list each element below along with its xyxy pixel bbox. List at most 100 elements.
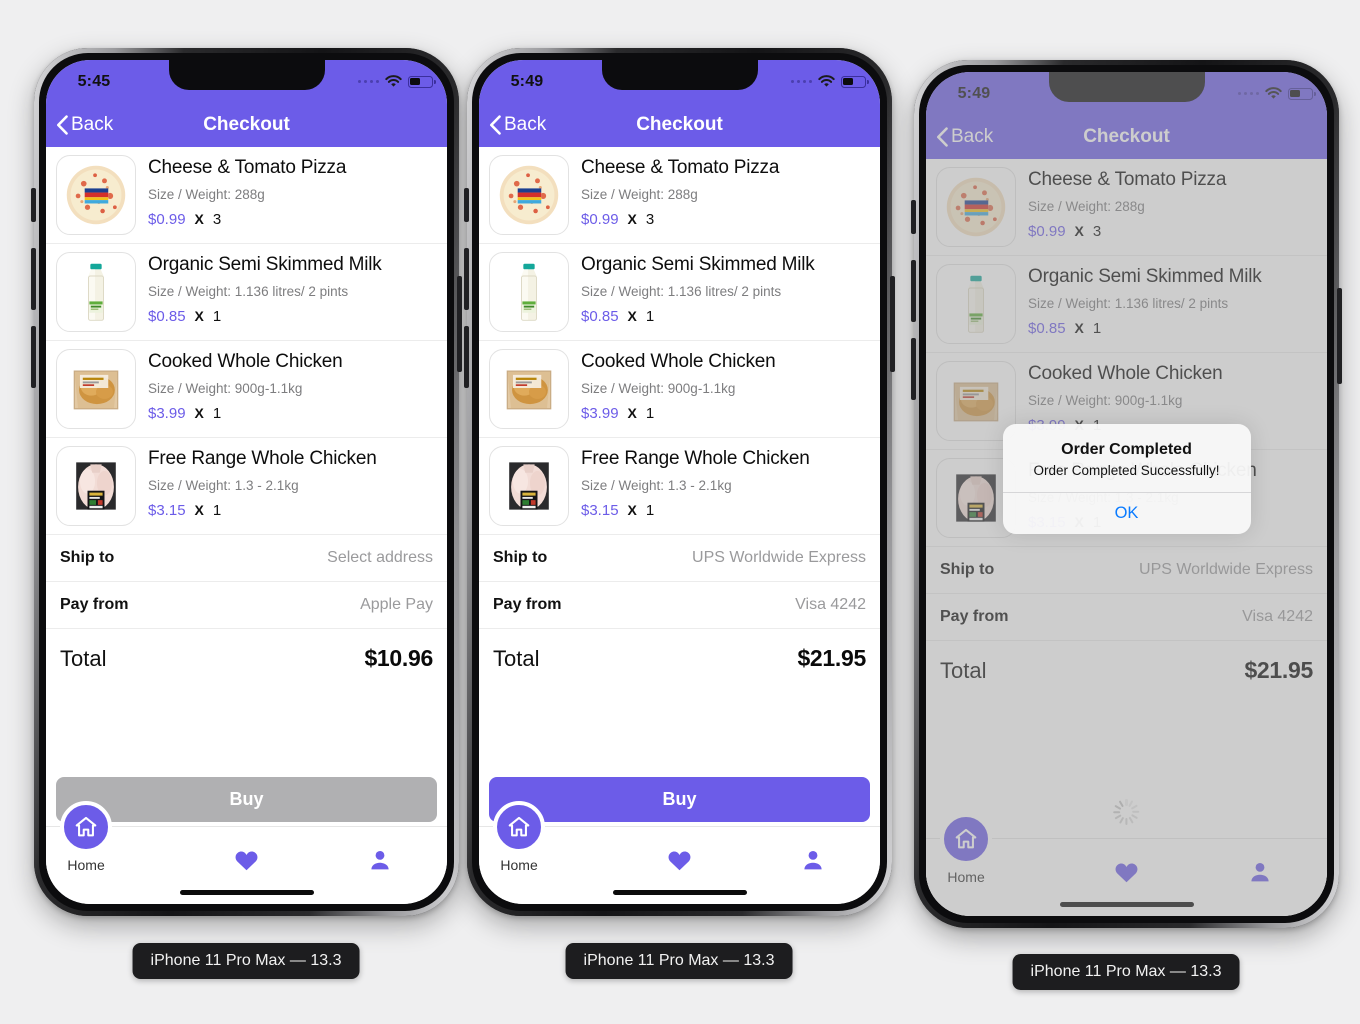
tab-home[interactable]: [940, 813, 993, 865]
cart-item-row[interactable]: Cheese & Tomato Pizza Size / Weight: 288…: [46, 147, 447, 244]
tab-favorites[interactable]: [180, 827, 314, 872]
ship-to-row[interactable]: Ship to UPS Worldwide Express: [479, 535, 880, 582]
buy-button[interactable]: Buy: [489, 777, 870, 822]
home-icon: [953, 826, 979, 852]
cart-item-row[interactable]: Organic Semi Skimmed Milk Size / Weight:…: [479, 244, 880, 341]
volume-down-button[interactable]: [31, 326, 36, 388]
home-indicator[interactable]: [179, 890, 314, 895]
tab-profile[interactable]: [746, 827, 880, 872]
cart-item-details: Cooked Whole Chicken Size / Weight: 900g…: [148, 349, 435, 422]
back-button[interactable]: Back: [479, 114, 546, 136]
tab-home[interactable]: [493, 801, 546, 853]
product-price-row: $0.85 X 1: [1028, 320, 1315, 337]
product-size: Size / Weight: 288g: [1028, 198, 1145, 214]
volume-down-button[interactable]: [911, 338, 916, 400]
product-name: Cooked Whole Chicken: [581, 351, 776, 372]
multiply-symbol: X: [1074, 222, 1084, 239]
chevron-left-icon: [56, 115, 68, 135]
product-price-row: $0.99 X 3: [1028, 223, 1315, 240]
ship-to-row[interactable]: Ship to UPS Worldwide Express: [926, 547, 1327, 594]
total-label: Total: [60, 645, 107, 671]
product-name: Organic Semi Skimmed Milk: [1028, 266, 1262, 287]
cart-item-row[interactable]: Cheese & Tomato Pizza Size / Weight: 288…: [479, 147, 880, 244]
cart-item-row[interactable]: Organic Semi Skimmed Milk Size / Weight:…: [926, 256, 1327, 353]
cart-item-details: Cooked Whole Chicken Size / Weight: 900g…: [1028, 361, 1315, 434]
total-label: Total: [940, 657, 987, 683]
cellular-dots-icon: [1237, 91, 1259, 96]
tab-home[interactable]: [60, 801, 113, 853]
home-indicator[interactable]: [612, 890, 747, 895]
cooked-chicken-thumbnail: [489, 349, 569, 429]
cart-item-row[interactable]: Organic Semi Skimmed Milk Size / Weight:…: [46, 244, 447, 341]
status-bar: 5:49: [479, 60, 880, 103]
cart-item-details: Organic Semi Skimmed Milk Size / Weight:…: [581, 252, 868, 325]
cooked-chicken-thumbnail: [56, 349, 136, 429]
product-price: $0.99: [1028, 222, 1066, 240]
product-size: Size / Weight: 900g-1.1kg: [1028, 392, 1183, 408]
back-button[interactable]: Back: [46, 114, 113, 136]
product-name: Cooked Whole Chicken: [148, 351, 343, 372]
tab-profile[interactable]: [1193, 839, 1327, 884]
silent-switch[interactable]: [31, 188, 36, 222]
ship-to-label: Ship to: [940, 561, 995, 578]
alert-ok-button[interactable]: OK: [1002, 492, 1251, 534]
back-button[interactable]: Back: [926, 126, 993, 148]
navigation-bar: Back Checkout: [926, 115, 1327, 159]
product-price: $0.85: [148, 307, 186, 325]
cart-item-row[interactable]: Free Range Whole Chicken Size / Weight: …: [46, 438, 447, 535]
ship-to-row[interactable]: Ship to Select address: [46, 535, 447, 582]
tab-favorites[interactable]: [1060, 839, 1194, 884]
cart-item-details: Cheese & Tomato Pizza Size / Weight: 288…: [581, 155, 868, 228]
total-label: Total: [493, 645, 540, 671]
product-price-row: $3.99 X 1: [148, 405, 435, 422]
cart-item-row[interactable]: Cooked Whole Chicken Size / Weight: 900g…: [46, 341, 447, 438]
pay-from-row[interactable]: Pay from Visa 4242: [926, 594, 1327, 641]
tab-favorites[interactable]: [613, 827, 747, 872]
tab-profile[interactable]: [313, 827, 447, 872]
loading-area: [936, 789, 1317, 834]
power-button[interactable]: [457, 276, 462, 372]
checkout-content: Cheese & Tomato Pizza Size / Weight: 288…: [479, 147, 880, 826]
power-button[interactable]: [1337, 288, 1342, 384]
product-price: $0.99: [148, 210, 186, 228]
silent-switch[interactable]: [911, 200, 916, 234]
cart-item-row[interactable]: Cooked Whole Chicken Size / Weight: 900g…: [479, 341, 880, 438]
cart-item-row[interactable]: Free Range Whole Chicken Size / Weight: …: [479, 438, 880, 535]
milk-bottle-thumbnail: [936, 264, 1016, 344]
chevron-left-icon: [936, 127, 948, 147]
product-size: Size / Weight: 1.3 - 2.1kg: [148, 477, 299, 493]
product-name: Organic Semi Skimmed Milk: [581, 254, 815, 275]
alert-message: Order Completed Successfully!: [1033, 463, 1220, 478]
pay-from-row[interactable]: Pay from Apple Pay: [46, 582, 447, 629]
multiply-symbol: X: [194, 210, 204, 227]
power-button[interactable]: [890, 276, 895, 372]
volume-down-button[interactable]: [464, 326, 469, 388]
wifi-icon: [818, 75, 835, 88]
pay-from-row[interactable]: Pay from Visa 4242: [479, 582, 880, 629]
product-size: Size / Weight: 1.136 litres/ 2 pints: [581, 283, 782, 299]
product-quantity: 1: [645, 404, 655, 422]
heart-icon: [234, 849, 259, 872]
volume-up-button[interactable]: [31, 248, 36, 310]
home-icon: [73, 814, 99, 840]
total-row: Total $21.95: [479, 629, 880, 686]
notch: [168, 60, 325, 90]
back-button-label: Back: [951, 126, 994, 147]
product-price: $3.15: [148, 501, 186, 519]
cart-item-details: Organic Semi Skimmed Milk Size / Weight:…: [148, 252, 435, 325]
volume-up-button[interactable]: [911, 260, 916, 322]
phone-2: 5:49 Back Checkout Cheese & Tomato Pizza…: [464, 48, 895, 916]
wifi-icon: [385, 75, 402, 88]
multiply-symbol: X: [627, 210, 637, 227]
cart-item-row[interactable]: Cheese & Tomato Pizza Size / Weight: 288…: [926, 159, 1327, 256]
home-indicator[interactable]: [1059, 902, 1194, 907]
product-name: Cooked Whole Chicken: [1028, 363, 1223, 384]
product-name: Free Range Whole Chicken: [581, 448, 810, 469]
silent-switch[interactable]: [464, 188, 469, 222]
product-price: $0.85: [581, 307, 619, 325]
volume-up-button[interactable]: [464, 248, 469, 310]
buy-button[interactable]: Buy: [56, 777, 437, 822]
product-quantity: 1: [212, 307, 222, 325]
